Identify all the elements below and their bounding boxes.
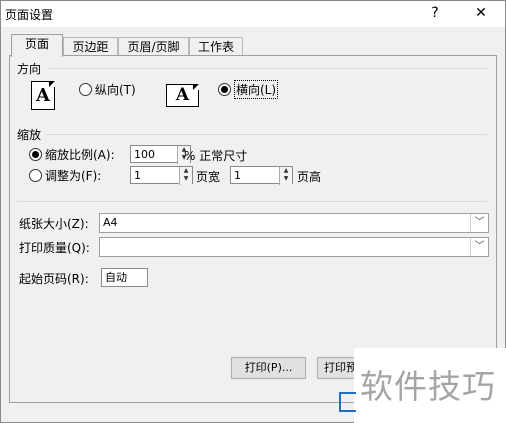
pages-wide-label: 页宽 bbox=[196, 170, 221, 184]
landscape-radio[interactable] bbox=[218, 83, 231, 96]
portrait-label[interactable]: 纵向(T) bbox=[95, 81, 136, 98]
paper-size-value: A4 bbox=[103, 216, 118, 229]
paper-size-label: 纸张大小(Z): bbox=[19, 217, 89, 231]
watermark-text: 软件技巧 bbox=[360, 367, 496, 406]
title-bar: 页面设置 ? ✕ bbox=[1, 1, 505, 27]
fit-to-radio[interactable] bbox=[29, 169, 42, 182]
scale-percent-input[interactable]: 100 ▲ ▼ bbox=[130, 145, 191, 164]
scaling-heading: 缩放 bbox=[17, 128, 42, 142]
chevron-down-icon[interactable]: ﹀ bbox=[470, 214, 488, 232]
tab-margins[interactable]: 页边距 bbox=[63, 37, 118, 56]
tab-sheet[interactable]: 工作表 bbox=[189, 37, 243, 56]
scale-percent-value: 100 bbox=[134, 148, 155, 161]
page-corner-icon bbox=[49, 81, 55, 87]
fit-pages-tall-value: 1 bbox=[234, 169, 241, 182]
close-button[interactable]: ✕ bbox=[470, 3, 492, 23]
fit-pages-tall-input[interactable]: 1 ▲ ▼ bbox=[230, 166, 293, 185]
print-quality-select[interactable]: ﹀ bbox=[99, 237, 489, 257]
print-button[interactable]: 打印(P)... bbox=[231, 357, 306, 379]
paper-size-select[interactable]: A4 ﹀ bbox=[99, 213, 489, 233]
spin-down-icon[interactable]: ▼ bbox=[180, 175, 192, 183]
scaling-separator bbox=[47, 134, 487, 135]
fit-pages-wide-value: 1 bbox=[134, 169, 141, 182]
adjust-to-label[interactable]: 缩放比例(A): bbox=[45, 146, 115, 163]
percent-normal-size-label: % 正常尺寸 bbox=[184, 149, 248, 163]
spin-up-icon[interactable]: ▲ bbox=[180, 167, 192, 175]
fit-to-label[interactable]: 调整为(F): bbox=[45, 167, 101, 184]
portrait-radio[interactable] bbox=[79, 83, 92, 96]
ok-button-focus-edge[interactable] bbox=[339, 392, 356, 412]
page-corner-icon bbox=[193, 84, 199, 90]
portrait-icon-letter: A bbox=[36, 85, 50, 106]
first-page-number-input[interactable]: 自动 bbox=[101, 268, 148, 287]
chevron-down-icon[interactable]: ﹀ bbox=[470, 238, 488, 256]
landscape-page-icon: A bbox=[166, 84, 199, 107]
tab-page[interactable]: 页面 bbox=[11, 34, 63, 57]
spin-up-icon[interactable]: ▲ bbox=[280, 167, 292, 175]
print-quality-label: 打印质量(Q): bbox=[19, 241, 90, 255]
spin-down-icon[interactable]: ▼ bbox=[280, 175, 292, 183]
tab-header-footer[interactable]: 页眉/页脚 bbox=[118, 37, 189, 56]
fit-pages-wide-input[interactable]: 1 ▲ ▼ bbox=[130, 166, 193, 185]
landscape-icon-letter: A bbox=[175, 85, 190, 105]
orientation-separator bbox=[47, 68, 487, 69]
radio-selected-dot bbox=[221, 86, 228, 93]
first-page-number-label: 起始页码(R): bbox=[19, 272, 89, 286]
orientation-heading: 方向 bbox=[17, 62, 42, 76]
pages-tall-label: 页高 bbox=[297, 170, 322, 184]
radio-selected-dot bbox=[32, 151, 39, 158]
paper-separator bbox=[17, 201, 487, 202]
first-page-number-value: 自动 bbox=[105, 271, 127, 284]
adjust-to-radio[interactable] bbox=[29, 148, 42, 161]
dialog-title: 页面设置 bbox=[5, 8, 54, 22]
landscape-label[interactable]: 横向(L) bbox=[234, 80, 279, 99]
help-button[interactable]: ? bbox=[424, 3, 446, 23]
portrait-page-icon: A bbox=[31, 81, 55, 110]
fit-pages-wide-spinner[interactable]: ▲ ▼ bbox=[179, 167, 192, 185]
fit-pages-tall-spinner[interactable]: ▲ ▼ bbox=[279, 167, 292, 185]
